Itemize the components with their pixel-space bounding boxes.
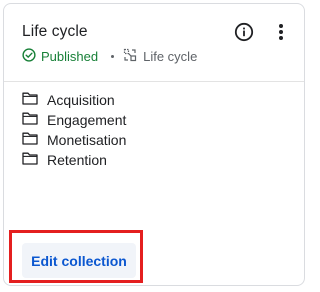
collection-items-list: Acquisition Engagement Monetisation Rete… — [22, 90, 126, 170]
collection-type: Life cycle — [123, 48, 197, 65]
list-item-label: Monetisation — [47, 132, 127, 148]
folder-icon — [22, 152, 47, 168]
info-button[interactable] — [233, 22, 255, 47]
folder-icon — [22, 132, 47, 148]
folder-icon — [22, 92, 47, 108]
list-item: Monetisation — [22, 130, 126, 150]
list-item-label: Engagement — [47, 112, 127, 128]
status-badge: Published — [22, 47, 99, 65]
card-meta: Published Life cycle — [22, 46, 197, 66]
card-title: Life cycle — [22, 23, 88, 40]
check-circle-icon — [22, 47, 41, 65]
list-item: Engagement — [22, 110, 126, 130]
folder-icon — [22, 112, 47, 128]
more-vert-icon — [278, 23, 284, 46]
list-item-label: Retention — [47, 152, 107, 168]
more-options-button[interactable] — [270, 23, 292, 45]
card-header: Life cycle Published Life cycle — [4, 4, 304, 82]
list-item: Acquisition — [22, 90, 126, 110]
collection-icon — [123, 48, 143, 65]
highlight-box — [9, 230, 143, 283]
list-item-label: Acquisition — [47, 92, 115, 108]
collection-type-label: Life cycle — [143, 48, 198, 64]
status-label: Published — [41, 48, 99, 64]
meta-separator — [111, 54, 115, 58]
info-icon — [234, 22, 254, 47]
list-item: Retention — [22, 150, 126, 170]
